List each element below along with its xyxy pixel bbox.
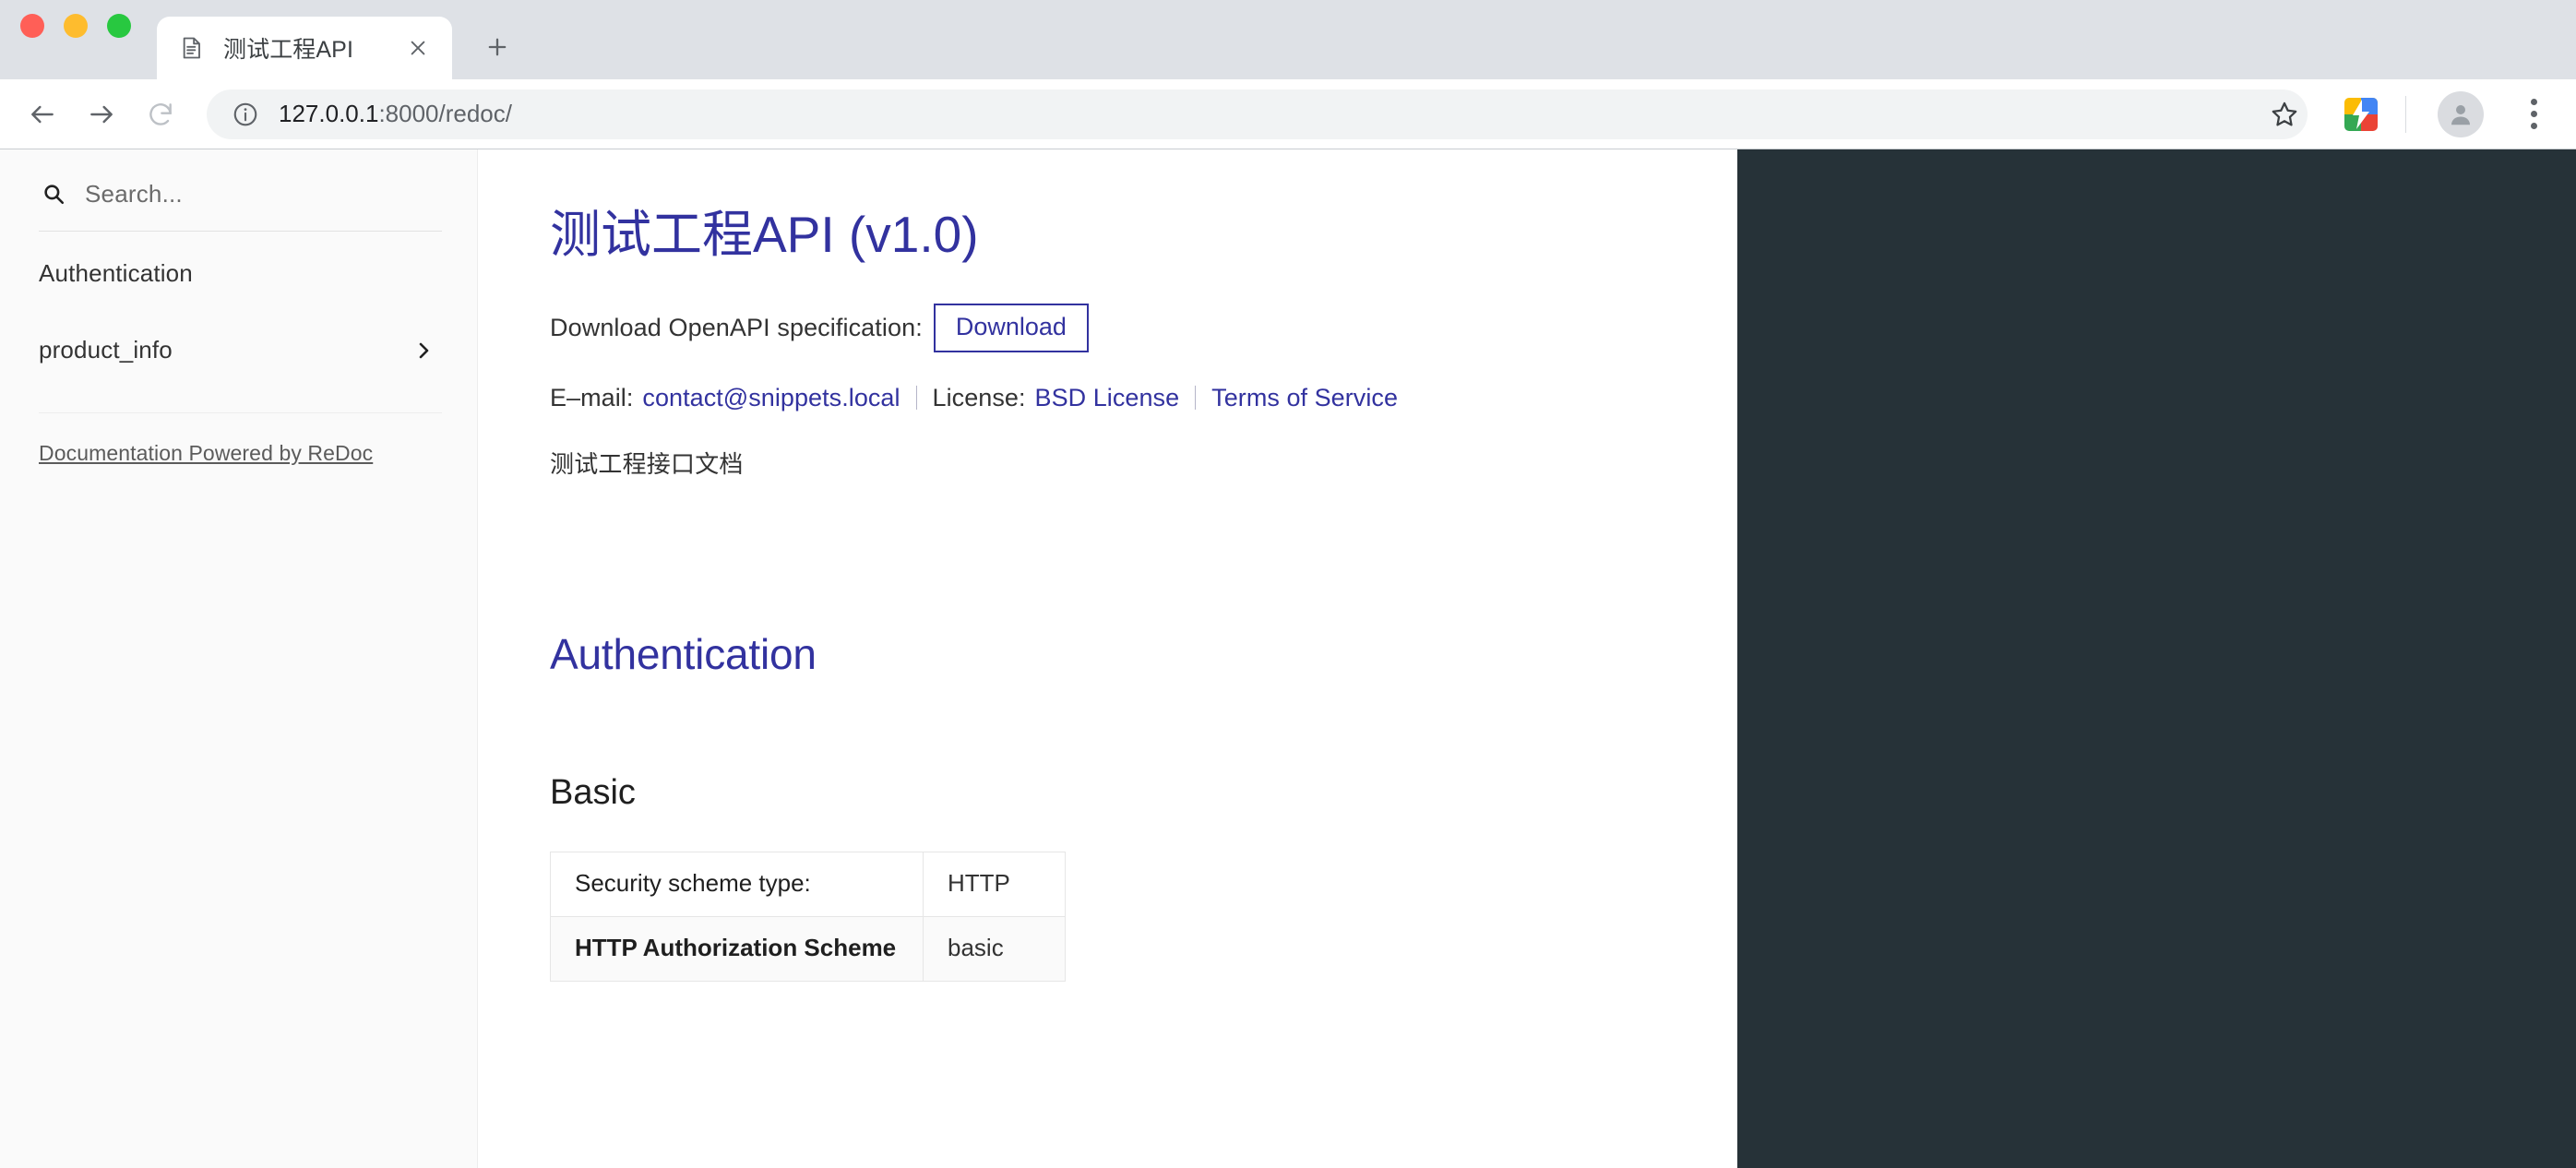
window-minimize-button[interactable] bbox=[64, 14, 88, 38]
powered-by-redoc: Documentation Powered by ReDoc bbox=[0, 413, 477, 466]
table-cell-value: basic bbox=[923, 915, 1066, 982]
close-icon[interactable] bbox=[402, 32, 434, 64]
table-cell-value: HTTP bbox=[923, 851, 1066, 917]
doc-right-dark-panel bbox=[1737, 149, 2576, 1168]
api-description: 测试工程接口文档 bbox=[550, 449, 744, 478]
doc-area: 测试工程API (v1.0) Download OpenAPI specific… bbox=[478, 149, 2576, 1168]
api-meta-row: E–mail: contact@snippets.local License: … bbox=[550, 382, 1664, 412]
new-tab-button[interactable] bbox=[472, 22, 522, 72]
chevron-right-icon bbox=[412, 340, 442, 362]
window-close-button[interactable] bbox=[20, 14, 44, 38]
download-spec-row: Download OpenAPI specification: Download bbox=[550, 303, 1664, 352]
table-row: HTTP Authorization Scheme basic bbox=[550, 915, 1066, 982]
page-viewport: Search... Authentication product_info Do… bbox=[0, 149, 2576, 1168]
terms-of-service-link[interactable]: Terms of Service bbox=[1211, 384, 1398, 412]
back-arrow-icon[interactable] bbox=[13, 85, 72, 144]
search-input[interactable]: Search... bbox=[4, 149, 473, 231]
reload-icon[interactable] bbox=[131, 85, 190, 144]
email-label: E–mail: bbox=[550, 383, 634, 411]
profile-avatar-icon[interactable] bbox=[2438, 90, 2484, 137]
table-cell-key: Security scheme type: bbox=[550, 851, 924, 917]
sidebar-menu: Authentication product_info bbox=[0, 232, 477, 388]
basic-subheading: Basic bbox=[550, 772, 636, 812]
license-label: License: bbox=[932, 383, 1026, 411]
browser-tab[interactable]: 测试工程API bbox=[157, 17, 452, 79]
browser-toolbar: 127.0.0.1:8000/redoc/ bbox=[0, 79, 2576, 149]
powered-by-redoc-link[interactable]: Documentation Powered by ReDoc bbox=[39, 441, 373, 465]
authentication-heading: Authentication bbox=[550, 629, 817, 678]
three-dot-menu-icon[interactable] bbox=[2515, 92, 2552, 137]
document-icon bbox=[179, 34, 207, 62]
info-circle-icon[interactable] bbox=[231, 100, 260, 129]
tab-strip: 测试工程API bbox=[0, 0, 2576, 79]
sidebar-item-authentication[interactable]: Authentication bbox=[0, 235, 477, 312]
sidebar-item-label: product_info bbox=[39, 336, 173, 364]
window-traffic-lights bbox=[20, 0, 131, 79]
download-spec-label: Download OpenAPI specification: bbox=[550, 313, 923, 341]
redoc-sidebar: Search... Authentication product_info Do… bbox=[0, 149, 478, 1168]
extension-icon[interactable] bbox=[2344, 97, 2378, 131]
forward-arrow-icon[interactable] bbox=[72, 85, 131, 144]
email-link[interactable]: contact@snippets.local bbox=[642, 384, 900, 412]
license-link[interactable]: BSD License bbox=[1035, 384, 1180, 412]
url-path: :8000/redoc/ bbox=[378, 100, 512, 127]
window-maximize-button[interactable] bbox=[107, 14, 131, 38]
security-scheme-table: Security scheme type: HTTP HTTP Authoriz… bbox=[550, 851, 1066, 982]
table-cell-key: HTTP Authorization Scheme bbox=[550, 915, 924, 982]
search-icon bbox=[39, 179, 68, 209]
tab-title: 测试工程API bbox=[223, 37, 353, 63]
menu-dot bbox=[2530, 123, 2537, 129]
sidebar-item-product-info[interactable]: product_info bbox=[0, 312, 477, 388]
meta-separator bbox=[915, 385, 917, 410]
download-button[interactable]: Download bbox=[933, 303, 1089, 352]
sidebar-item-label: Authentication bbox=[39, 259, 193, 287]
page-title: 测试工程API (v1.0) bbox=[550, 206, 979, 263]
address-bar-url: 127.0.0.1:8000/redoc/ bbox=[279, 100, 512, 128]
browser-window: 测试工程API 127.0.0.1:8000/redoc/ Search... … bbox=[0, 0, 2576, 1168]
search-placeholder: Search... bbox=[85, 179, 183, 208]
doc-main-column: 测试工程API (v1.0) Download OpenAPI specific… bbox=[478, 149, 1737, 1168]
bookmark-star-icon[interactable] bbox=[2258, 88, 2311, 141]
url-host: 127.0.0.1 bbox=[279, 100, 379, 127]
address-bar[interactable]: 127.0.0.1:8000/redoc/ bbox=[207, 89, 2308, 139]
table-row: Security scheme type: HTTP bbox=[550, 851, 1066, 917]
menu-dot bbox=[2530, 99, 2537, 105]
menu-dot bbox=[2530, 111, 2537, 117]
meta-separator bbox=[1195, 385, 1197, 410]
toolbar-divider bbox=[2405, 95, 2406, 133]
